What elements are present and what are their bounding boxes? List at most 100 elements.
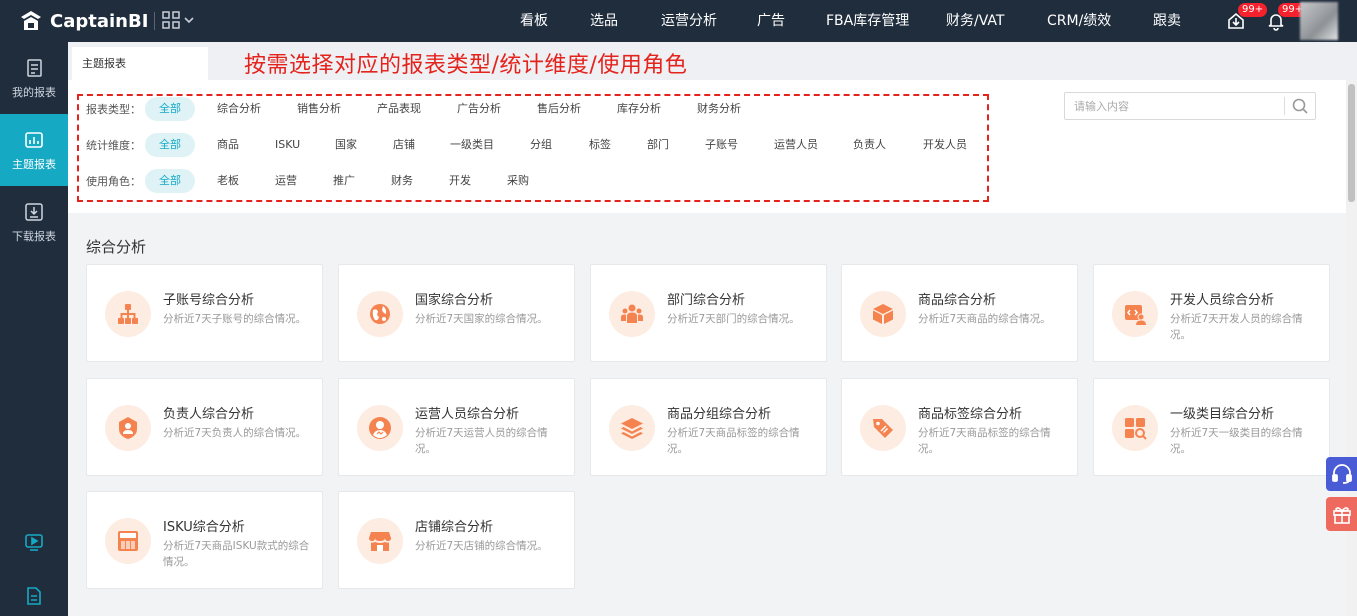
filter-option-tag[interactable]: 标签 [575, 133, 625, 157]
owner-icon [105, 405, 151, 451]
tab-theme-reports[interactable]: 主题报表 [72, 47, 208, 80]
brand-logo[interactable]: CaptainBI [18, 7, 148, 35]
filter-option-product[interactable]: 商品 [203, 133, 253, 157]
divider [1284, 97, 1285, 115]
filter-option-sub-account[interactable]: 子账号 [691, 133, 752, 157]
filter-panel: 报表类型： 统计维度： 使用角色： 全部 综合分析 销售分析 产品表现 广告分析… [68, 80, 1346, 213]
report-card-developer[interactable]: 开发人员综合分析 分析近7天开发人员的综合情况。 [1093, 264, 1330, 362]
report-card-shop[interactable]: 店铺综合分析 分析近7天店铺的综合情况。 [338, 491, 575, 589]
filter-option-dimension-all[interactable]: 全部 [145, 133, 195, 157]
card-description: 分析近7天店铺的综合情况。 [415, 540, 548, 552]
filter-option-promotion[interactable]: 推广 [319, 169, 369, 193]
card-title: 商品分组综合分析 [667, 407, 772, 422]
video-tutorial-button[interactable] [24, 532, 44, 552]
card-title: 部门综合分析 [667, 293, 746, 308]
task-center-button[interactable]: 99+ [1226, 3, 1268, 35]
filter-row-dimension: 统计维度： [86, 132, 144, 158]
tag-icon [860, 405, 906, 451]
filter-option-country[interactable]: 国家 [321, 133, 371, 157]
card-description: 分析近7天商品标签的综合情况。 [918, 427, 1051, 455]
card-title: 开发人员综合分析 [1170, 293, 1275, 308]
category-icon [1112, 405, 1158, 451]
filter-option-finance[interactable]: 财务分析 [683, 97, 755, 121]
filter-label: 使用角色： [86, 175, 141, 188]
gift-icon [1332, 507, 1351, 524]
filter-option-owner[interactable]: 负责人 [839, 133, 900, 157]
report-card-department[interactable]: 部门综合分析 分析近7天部门的综合情况。 [590, 264, 827, 362]
filter-option-report-type-all[interactable]: 全部 [145, 97, 195, 121]
report-card-top-category[interactable]: 一级类目综合分析 分析近7天一级类目的综合情况。 [1093, 378, 1330, 476]
search-input[interactable] [1065, 93, 1280, 119]
report-card-operator[interactable]: 运营人员综合分析 分析近7天运营人员的综合情况。 [338, 378, 575, 476]
nav-crm-performance[interactable]: CRM/绩效 [1047, 0, 1111, 42]
download-icon [25, 203, 43, 221]
sidebar-item-label: 我的报表 [12, 86, 56, 99]
chart-icon [25, 132, 43, 148]
report-card-isku[interactable]: ISKU综合分析 分析近7天商品ISKU款式的综合情况。 [86, 491, 323, 589]
filter-option-product-performance[interactable]: 产品表现 [363, 97, 435, 121]
filter-option-development[interactable]: 开发 [435, 169, 485, 193]
filter-option-top-category[interactable]: 一级类目 [436, 133, 508, 157]
main-content: 主题报表 按需选择对应的报表类型/统计维度/使用角色 报表类型： 统计维度： 使… [68, 42, 1357, 616]
filter-option-boss[interactable]: 老板 [203, 169, 253, 193]
card-description: 分析近7天负责人的综合情况。 [163, 427, 307, 439]
gift-button[interactable] [1326, 497, 1357, 531]
developer-icon [1112, 291, 1158, 337]
isku-icon [105, 518, 151, 564]
filter-option-inventory[interactable]: 库存分析 [603, 97, 675, 121]
brand-name: CaptainBI [50, 10, 149, 32]
scrollbar-thumb[interactable] [1348, 84, 1355, 202]
nav-product-selection[interactable]: 选品 [590, 0, 618, 42]
report-card-product-group[interactable]: 商品分组综合分析 分析近7天商品标签的综合情况。 [590, 378, 827, 476]
captain-hat-icon [21, 11, 41, 30]
filter-option-finance-role[interactable]: 财务 [377, 169, 427, 193]
filter-option-operator[interactable]: 运营人员 [760, 133, 832, 157]
scrollbar[interactable] [1346, 80, 1357, 616]
filter-option-group[interactable]: 分组 [516, 133, 566, 157]
filter-label: 报表类型： [86, 103, 141, 116]
card-description: 分析近7天商品标签的综合情况。 [667, 427, 800, 455]
document-help-button[interactable] [24, 586, 44, 606]
filter-label: 统计维度： [86, 139, 141, 152]
nav-dashboard[interactable]: 看板 [520, 0, 548, 42]
sidebar-item-my-reports[interactable]: 我的报表 [0, 42, 68, 114]
filter-option-comprehensive[interactable]: 综合分析 [203, 97, 275, 121]
user-avatar[interactable] [1300, 2, 1338, 40]
nav-follow-sell[interactable]: 跟卖 [1153, 0, 1181, 42]
search-icon [1292, 98, 1308, 114]
filter-option-operations[interactable]: 运营 [261, 169, 311, 193]
team-icon [609, 291, 655, 337]
nav-operations-analysis[interactable]: 运营分析 [661, 0, 717, 42]
filter-option-isku[interactable]: ISKU [261, 133, 314, 157]
card-title: 店铺综合分析 [415, 520, 494, 535]
report-card-product-tag[interactable]: 商品标签综合分析 分析近7天商品标签的综合情况。 [841, 378, 1078, 476]
filter-option-purchasing[interactable]: 采购 [493, 169, 543, 193]
report-card-product[interactable]: 商品综合分析 分析近7天商品的综合情况。 [841, 264, 1078, 362]
search-button[interactable] [1291, 97, 1309, 115]
report-card-sub-account[interactable]: 子账号综合分析 分析近7天子账号的综合情况。 [86, 264, 323, 362]
filter-row-report-type: 报表类型： [86, 96, 144, 122]
app-switcher[interactable] [162, 11, 195, 29]
filter-row-role: 使用角色： [86, 168, 144, 194]
filter-option-after-sales[interactable]: 售后分析 [523, 97, 595, 121]
customer-service-button[interactable] [1326, 457, 1357, 491]
notification-button[interactable]: 99+ [1266, 3, 1308, 35]
nav-ads[interactable]: 广告 [757, 0, 785, 42]
card-title: ISKU综合分析 [163, 520, 245, 535]
filter-option-shop[interactable]: 店铺 [379, 133, 429, 157]
report-icon [27, 59, 42, 77]
filter-option-sales[interactable]: 销售分析 [283, 97, 355, 121]
sidebar-item-theme-reports[interactable]: 主题报表 [0, 114, 68, 186]
section-title: 综合分析 [86, 238, 147, 256]
filter-option-department[interactable]: 部门 [633, 133, 683, 157]
report-card-country[interactable]: 国家综合分析 分析近7天国家的综合情况。 [338, 264, 575, 362]
card-description: 分析近7天商品的综合情况。 [918, 313, 1051, 325]
nav-finance-vat[interactable]: 财务/VAT [946, 0, 1004, 42]
sidebar-item-download-reports[interactable]: 下载报表 [0, 186, 68, 258]
report-card-owner[interactable]: 负责人综合分析 分析近7天负责人的综合情况。 [86, 378, 323, 476]
filter-option-developer[interactable]: 开发人员 [909, 133, 981, 157]
divider [154, 12, 155, 30]
filter-option-role-all[interactable]: 全部 [145, 169, 195, 193]
filter-option-ads[interactable]: 广告分析 [443, 97, 515, 121]
nav-fba-inventory[interactable]: FBA库存管理 [826, 0, 909, 42]
